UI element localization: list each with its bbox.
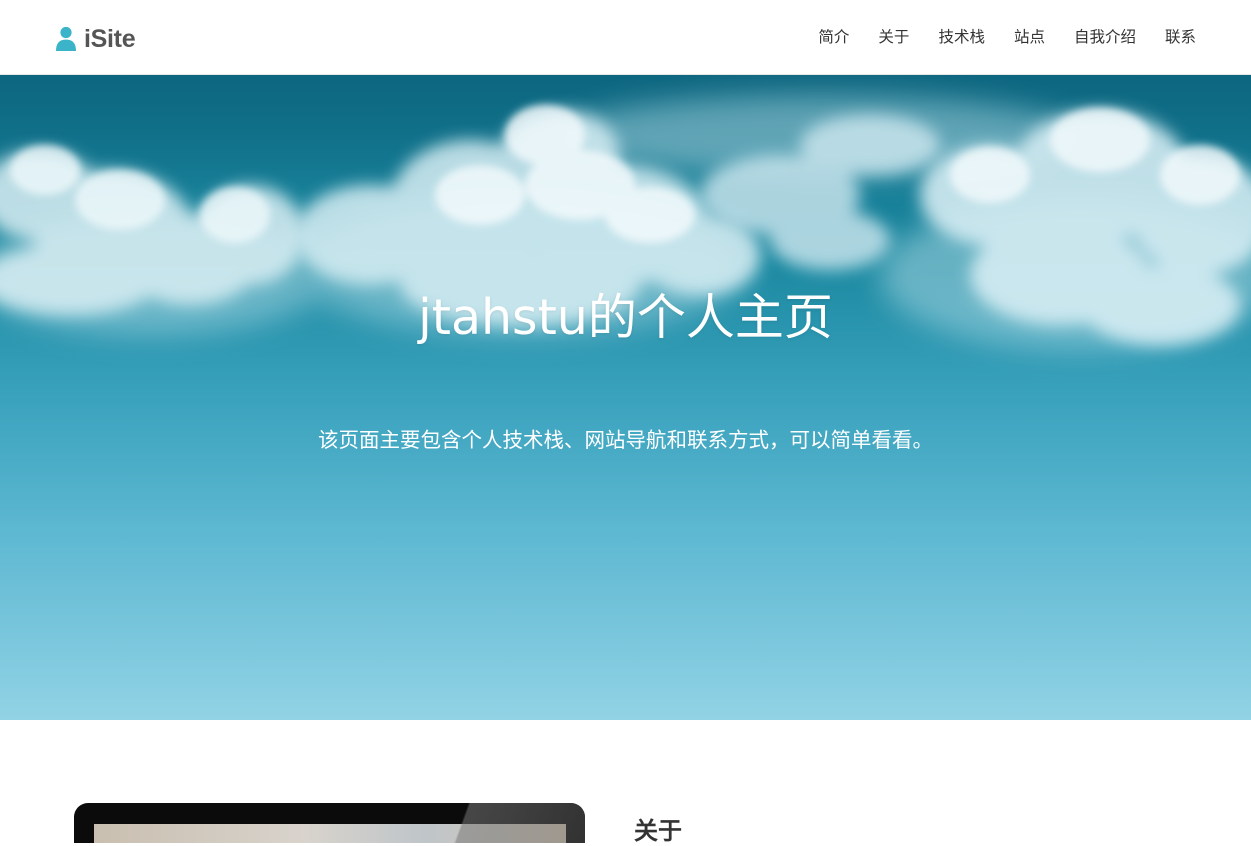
brand-name: iSite <box>84 24 136 53</box>
nav-item-sites[interactable]: 站点 <box>1014 26 1045 48</box>
navbar: iSite 简介 关于 技术栈 站点 自我介绍 联系 <box>0 0 1251 75</box>
hero-title: jtahstu的个人主页 <box>418 289 833 346</box>
nav-item-self-intro[interactable]: 自我介绍 <box>1074 26 1136 48</box>
laptop-image <box>74 803 585 843</box>
about-section: 关于 <box>0 720 1251 845</box>
nav-item-contact[interactable]: 联系 <box>1165 26 1196 48</box>
about-heading: 关于 <box>634 817 682 845</box>
laptop-glare <box>404 803 585 843</box>
nav-item-intro[interactable]: 简介 <box>818 26 849 48</box>
hero-banner: jtahstu的个人主页 该页面主要包含个人技术栈、网站导航和联系方式，可以简单… <box>0 75 1251 720</box>
hero-subtitle: 该页面主要包含个人技术栈、网站导航和联系方式，可以简单看看。 <box>318 428 933 452</box>
nav-item-tech-stack[interactable]: 技术栈 <box>938 26 985 48</box>
nav-menu: 简介 关于 技术栈 站点 自我介绍 联系 <box>818 26 1196 48</box>
cloud-background <box>0 75 1251 350</box>
nav-item-about[interactable]: 关于 <box>878 26 909 48</box>
brand-logo[interactable]: iSite <box>55 24 136 54</box>
user-icon <box>56 26 76 51</box>
